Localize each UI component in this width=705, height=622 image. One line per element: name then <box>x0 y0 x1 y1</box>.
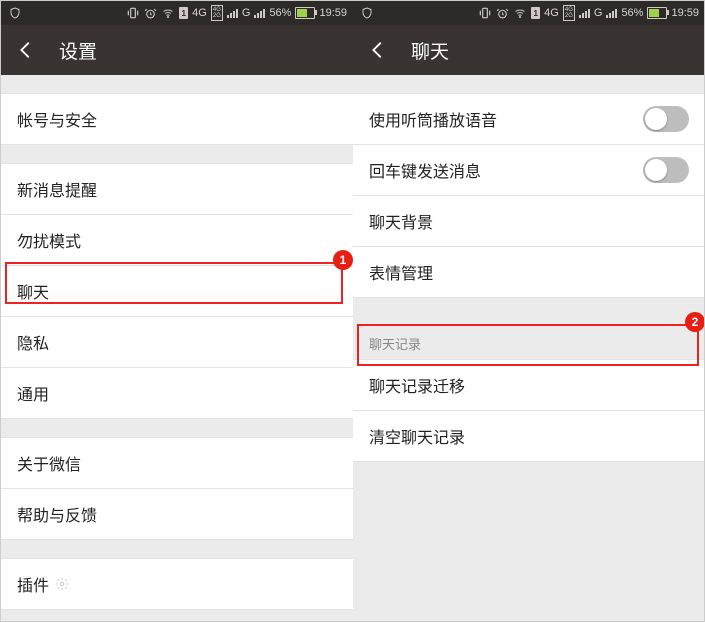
4g-label: 4G <box>544 7 559 19</box>
item-label: 关于微信 <box>17 451 81 475</box>
item-label: 回车键发送消息 <box>369 158 481 182</box>
wifi-icon <box>161 7 175 19</box>
back-button[interactable] <box>15 39 37 61</box>
toggle-earpiece[interactable] <box>643 106 689 132</box>
item-label: 隐私 <box>17 330 49 354</box>
battery-icon <box>647 7 667 19</box>
page-title: 聊天 <box>411 37 449 64</box>
battery-pct: 56% <box>621 7 643 19</box>
phone-chat-settings: 1 4G 4G 2G G 56% 19:59 聊天 使用听筒播放语音 回车键发送… <box>353 1 705 621</box>
battery-icon <box>295 7 315 19</box>
header-bar: 聊天 <box>353 25 705 75</box>
signal-icon <box>227 8 238 18</box>
item-label: 插件 <box>17 572 49 596</box>
item-label: 聊天记录迁移 <box>369 373 465 397</box>
signal-icon <box>579 8 590 18</box>
item-label: 勿扰模式 <box>17 228 81 252</box>
item-label: 帮助与反馈 <box>17 502 97 526</box>
item-label: 聊天背景 <box>369 209 433 233</box>
wifi-icon <box>513 7 527 19</box>
item-label: 清空聊天记录 <box>369 424 465 448</box>
item-privacy[interactable]: 隐私 <box>1 317 353 368</box>
item-label: 聊天 <box>17 279 49 303</box>
item-general[interactable]: 通用 <box>1 368 353 418</box>
item-new-message[interactable]: 新消息提醒 <box>1 164 353 215</box>
item-account-security[interactable]: 帐号与安全 <box>1 94 353 144</box>
alarm-icon <box>144 7 157 20</box>
item-chat[interactable]: 聊天 <box>1 266 353 317</box>
clock: 19:59 <box>319 7 347 19</box>
sim-icon: 1 <box>179 7 188 19</box>
item-earpiece[interactable]: 使用听筒播放语音 <box>353 94 705 145</box>
net-box: 4G 2G <box>211 5 223 21</box>
battery-pct: 56% <box>269 7 291 19</box>
4g-label: 4G <box>192 7 207 19</box>
item-label: 使用听筒播放语音 <box>369 107 497 131</box>
item-label: 新消息提醒 <box>17 177 97 201</box>
status-bar: 1 4G 4G 2G G 56% 19:59 <box>1 1 353 25</box>
item-enter-send[interactable]: 回车键发送消息 <box>353 145 705 196</box>
shield-icon <box>9 6 21 20</box>
item-chat-bg[interactable]: 聊天背景 <box>353 196 705 247</box>
vibrate-icon <box>126 6 140 20</box>
item-label: 通用 <box>17 381 49 405</box>
signal-icon-2 <box>254 8 265 18</box>
shield-icon <box>361 6 373 20</box>
alarm-icon <box>496 7 509 20</box>
sim-icon: 1 <box>531 7 540 19</box>
item-dnd[interactable]: 勿扰模式 <box>1 215 353 266</box>
g-label: G <box>242 7 251 19</box>
item-plugins[interactable]: 插件 <box>1 559 353 609</box>
item-about[interactable]: 关于微信 <box>1 438 353 489</box>
signal-icon-2 <box>606 8 617 18</box>
toggle-enter-send[interactable] <box>643 157 689 183</box>
item-help[interactable]: 帮助与反馈 <box>1 489 353 539</box>
net-box: 4G 2G <box>563 5 575 21</box>
clock: 19:59 <box>671 7 699 19</box>
header-bar: 设置 <box>1 25 353 75</box>
item-migrate-history[interactable]: 聊天记录迁移 <box>353 360 705 411</box>
item-stickers[interactable]: 表情管理 <box>353 247 705 297</box>
item-label: 表情管理 <box>369 260 433 284</box>
page-title: 设置 <box>59 37 97 64</box>
g-label: G <box>594 7 603 19</box>
item-label: 帐号与安全 <box>17 107 97 131</box>
phone-settings: 1 4G 4G 2G G 56% 19:59 设置 帐号与安全 新消息提醒 勿扰… <box>1 1 353 621</box>
gear-icon <box>55 577 69 591</box>
vibrate-icon <box>478 6 492 20</box>
status-bar: 1 4G 4G 2G G 56% 19:59 <box>353 1 705 25</box>
item-clear-history[interactable]: 清空聊天记录 <box>353 411 705 461</box>
section-chat-history: 聊天记录 <box>353 316 705 359</box>
back-button[interactable] <box>367 39 389 61</box>
